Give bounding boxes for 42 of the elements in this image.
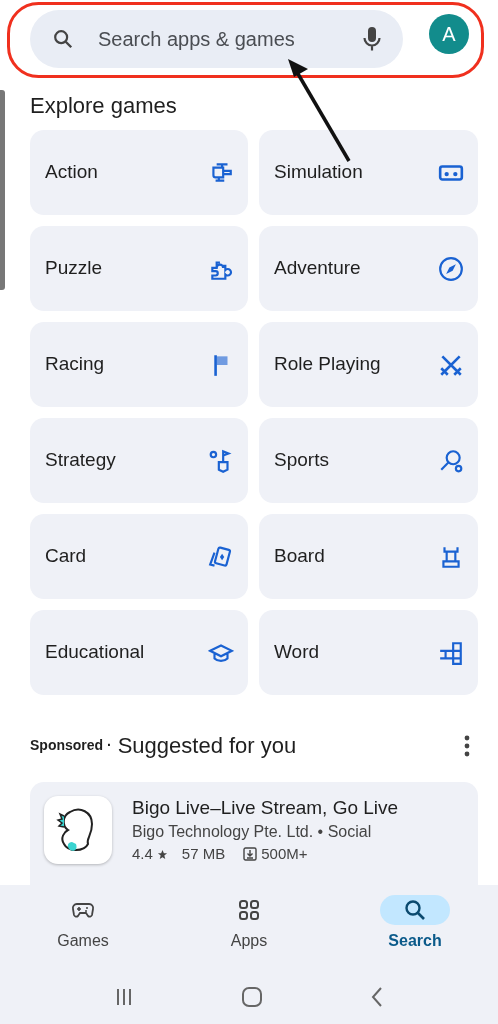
app-name: Bigo Live–Live Stream, Go Live <box>132 796 399 820</box>
nav-tab[interactable]: Apps <box>184 895 314 953</box>
app-card[interactable]: Bigo Live–Live Stream, Go Live Bigo Technology Pte. Ltd. • Social 4.4 57 MB 500M+ <box>30 782 478 885</box>
category-tile[interactable]: Simulation <box>259 130 478 215</box>
search-icon <box>52 28 74 50</box>
home-icon[interactable] <box>241 986 263 1008</box>
category-tile[interactable]: Educational <box>30 610 248 695</box>
microphone-icon[interactable] <box>363 26 381 52</box>
category-tile[interactable]: Role Playing <box>259 322 478 407</box>
app-size: 57 MB <box>181 844 226 864</box>
compass-icon <box>438 255 464 282</box>
section-title: Suggested for you <box>117 732 298 760</box>
account-avatar[interactable]: A <box>429 14 469 54</box>
search-bar[interactable]: Search apps & games <box>30 10 403 68</box>
cards-icon <box>208 543 234 570</box>
category-tile[interactable]: Puzzle <box>30 226 248 311</box>
sponsored-label: Sponsored · <box>30 736 112 755</box>
category-tile[interactable]: Board <box>259 514 478 599</box>
back-icon[interactable] <box>370 986 385 1008</box>
word-tiles-icon <box>438 639 464 666</box>
category-tile[interactable]: Racing <box>30 322 248 407</box>
search-field[interactable]: Search apps & games <box>96 23 341 55</box>
racket-icon <box>438 447 464 474</box>
category-tile[interactable]: Adventure <box>259 226 478 311</box>
apps-grid-icon <box>237 898 261 922</box>
category-tile[interactable]: Action <box>30 130 248 215</box>
category-tile[interactable]: Sports <box>259 418 478 503</box>
download-icon <box>243 847 258 861</box>
strategy-icon <box>208 447 234 474</box>
star-icon <box>156 848 168 860</box>
category-tile[interactable]: Card <box>30 514 248 599</box>
category-tile[interactable]: Strategy <box>30 418 248 503</box>
app-rating: 4.4 <box>132 844 153 864</box>
nav-tab[interactable]: Search <box>350 895 480 953</box>
search-icon <box>403 898 427 922</box>
app-developer: Bigo Technology Pte. Ltd. • Social <box>132 822 373 842</box>
app-downloads: 500M+ <box>261 844 308 864</box>
app-icon <box>44 796 112 864</box>
nav-tab[interactable]: Games <box>18 895 148 953</box>
more-options-icon[interactable] <box>464 733 470 758</box>
category-tile[interactable]: Word <box>259 610 478 695</box>
section-title: Explore games <box>30 92 178 120</box>
